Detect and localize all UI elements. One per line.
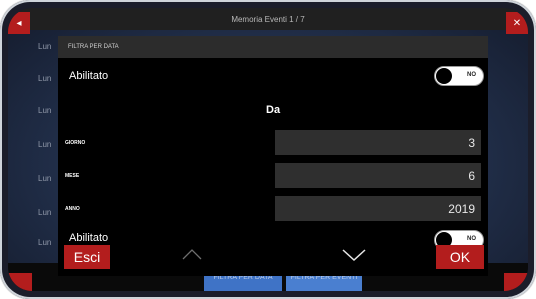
list-item[interactable]: Lun: [38, 106, 51, 115]
bottom-right-button[interactable]: [504, 273, 528, 291]
date-filter-dialog: FILTRA PER DATA Abilitato NO Da GIORNO 3…: [58, 36, 488, 276]
back-button[interactable]: ◂: [8, 12, 30, 34]
back-icon: ◂: [16, 17, 22, 29]
list-item[interactable]: Lun: [38, 42, 51, 51]
device-frame: Memoria Eventi 1 / 7 ◂ ✕ Lun Lun Lun Lun…: [0, 0, 536, 299]
list-item[interactable]: Lun: [38, 174, 51, 183]
chevron-down-icon[interactable]: [342, 248, 366, 262]
chevron-up-icon[interactable]: [182, 248, 202, 260]
day-label: GIORNO: [65, 140, 86, 146]
bottom-left-button[interactable]: [8, 273, 32, 291]
year-field[interactable]: 2019: [275, 196, 481, 221]
year-label: ANNO: [65, 206, 80, 212]
enabled-toggle[interactable]: NO: [434, 66, 484, 86]
screen-title: Memoria Eventi 1 / 7: [8, 8, 528, 30]
enabled-label-2: Abilitato: [69, 232, 109, 244]
list-item[interactable]: Lun: [38, 74, 51, 83]
dialog-header: FILTRA PER DATA: [58, 36, 488, 58]
close-button[interactable]: ✕: [506, 12, 528, 34]
toggle-state: NO: [467, 236, 476, 242]
list-item[interactable]: Lun: [38, 238, 51, 247]
esci-button[interactable]: Esci: [64, 245, 110, 269]
ok-button[interactable]: OK: [436, 245, 484, 269]
day-field[interactable]: 3: [275, 130, 481, 155]
list-item[interactable]: Lun: [38, 208, 51, 217]
toggle-state: NO: [467, 72, 476, 78]
close-icon: ✕: [512, 17, 522, 29]
month-label: MESE: [65, 173, 80, 179]
enabled-label: Abilitato: [69, 70, 109, 82]
list-item[interactable]: Lun: [38, 140, 51, 149]
section-title-from: Da: [266, 104, 281, 116]
toggle-knob: [436, 68, 452, 84]
month-field[interactable]: 6: [275, 163, 481, 188]
